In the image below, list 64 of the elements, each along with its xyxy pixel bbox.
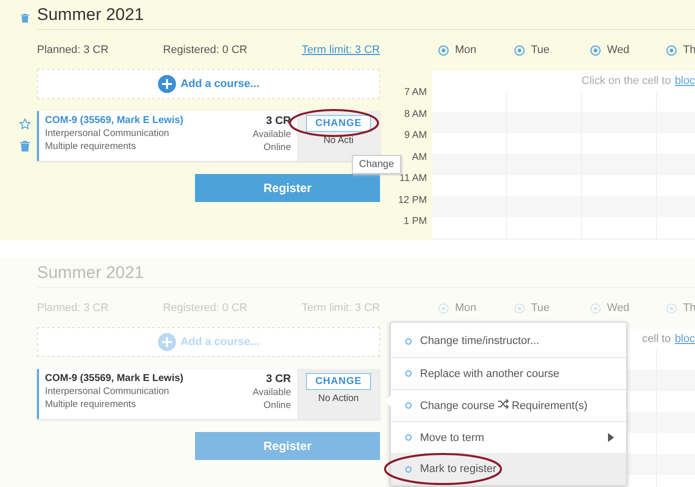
day-label: Th [683, 44, 695, 56]
course-requirement: Multiple requirements [45, 399, 137, 410]
day-label: Wed [607, 44, 630, 56]
menu-item[interactable]: Change course Requirement(s) [391, 389, 626, 421]
plus-icon [158, 333, 176, 351]
day-toggle-icon[interactable] [514, 44, 525, 56]
bullet-icon [405, 370, 412, 377]
bullet-icon [405, 338, 412, 344]
time-label: 8 AM [404, 108, 427, 122]
course-mode: Online [264, 400, 291, 411]
day-label: Tue [531, 44, 550, 56]
term-limit-link[interactable]: Term limit: 3 CR [302, 44, 380, 56]
day-toggle-icon[interactable] [666, 44, 677, 56]
time-label: 7 AM [404, 86, 427, 100]
shuffle-icon [498, 399, 509, 409]
term-title: Summer 2021 [37, 5, 695, 30]
register-button[interactable]: Register [195, 432, 380, 460]
course-name: Interpersonal Communication [45, 386, 170, 397]
time-label: 1 PM [404, 215, 427, 229]
register-button[interactable]: Register [195, 174, 380, 202]
bullet-icon [405, 434, 412, 441]
menu-item[interactable]: Replace with another course [391, 357, 626, 389]
submenu-arrow-icon [608, 433, 614, 442]
change-button[interactable]: CHANGE [306, 373, 371, 390]
action-status: No Action [318, 393, 359, 404]
course-credits: 3 CR [266, 115, 291, 127]
day-label: Mon [455, 302, 476, 314]
schedule-grid[interactable]: Click on the cell to bloc [432, 71, 695, 240]
course-mode: Online [264, 142, 291, 153]
add-course-button[interactable]: Add a course... [37, 69, 380, 99]
day-label: Th [683, 302, 695, 314]
day-label: Tue [531, 302, 550, 314]
course-title: COM-9 (35569, Mark E Lewis) [45, 373, 184, 384]
tooltip: Change [352, 155, 402, 174]
course-requirement: Multiple requirements [45, 141, 137, 152]
credit-summary: Registered: 0 CR [162, 44, 248, 56]
course-name: Interpersonal Communication [45, 128, 170, 139]
time-label: 11 AM [399, 172, 427, 186]
grid-hint: Click on the cell to [582, 75, 671, 87]
day-toggle-icon[interactable] [438, 44, 449, 56]
time-label: AM [412, 150, 427, 164]
day-toggle-icon[interactable] [590, 44, 601, 56]
term-title: Summer 2021 [37, 263, 695, 288]
time-label: 9 AM [404, 129, 427, 143]
trash-icon[interactable] [18, 140, 30, 152]
action-status: No Acti [323, 135, 354, 146]
course-credits: 3 CR [266, 373, 291, 385]
bullet-icon [405, 402, 412, 409]
day-label: Mon [455, 44, 476, 56]
block-link[interactable]: bloc [674, 333, 695, 345]
grid-hint: cell to [642, 333, 671, 345]
block-link[interactable]: bloc [674, 75, 695, 87]
course-status: Available [252, 387, 291, 398]
course-status: Available [252, 129, 291, 140]
credit-summary: Planned: 3 CR [37, 44, 109, 56]
plus-icon [158, 75, 176, 93]
course-title[interactable]: COM-9 (35569, Mark E Lewis) [45, 115, 184, 126]
day-label: Wed [607, 302, 630, 314]
change-button[interactable]: CHANGE [306, 115, 371, 132]
menu-item[interactable]: Move to term [391, 421, 626, 453]
star-icon[interactable] [18, 118, 30, 130]
time-label: 12 PM [398, 194, 427, 208]
bullet-icon [405, 466, 412, 472]
menu-item[interactable]: Change time/instructor... [391, 325, 626, 357]
